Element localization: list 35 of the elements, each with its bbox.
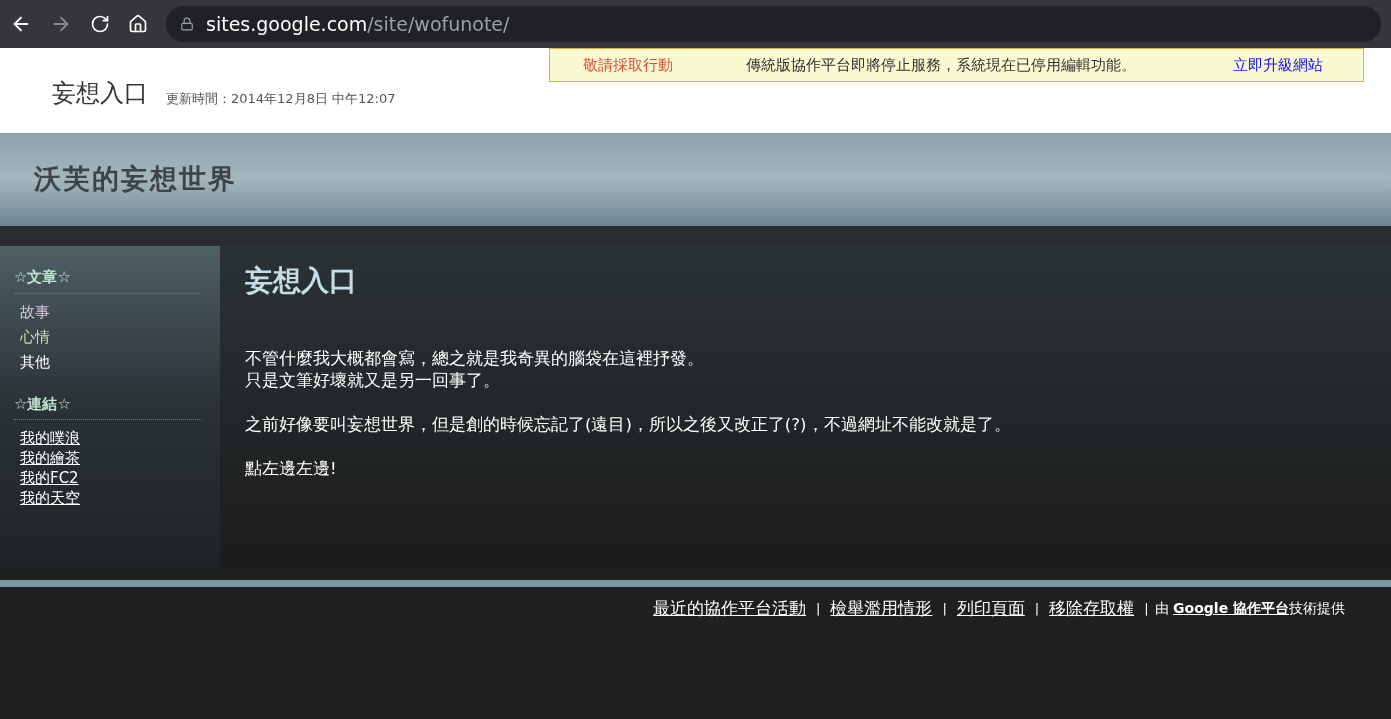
sidebar-link[interactable]: 我的天空 [20,488,80,508]
credit-link[interactable]: Google 協作平台 [1173,600,1289,617]
content-text: 之前好像要叫妄想世界，但是創的時候忘記了(遠目)，所以之後又改正了(?)，不過網址不能改就是了。 [245,414,1012,436]
sidebar-nav-item[interactable]: 其他 [20,349,50,375]
reload-icon[interactable] [90,14,110,34]
notice-message: 傳統版協作平台即將停止服務，系統現在已停用編輯功能。 [746,54,1137,76]
site-title: 沃芙的妄想世界 [34,162,237,197]
home-icon[interactable] [128,14,148,34]
content-title: 妄想入口 [245,263,358,299]
upgrade-link[interactable]: 立即升級網站 [1233,53,1323,77]
sidebar-link[interactable]: 我的FC2 [20,468,79,488]
content-text: 不管什麼我大概都會寫，總之就是我奇異的腦袋在這裡抒發。 [245,348,705,370]
sidebar-nav-item[interactable]: 心情 [20,324,50,350]
sidebar-link[interactable]: 我的繪茶 [20,448,80,468]
action-label: 敬請採取行動 [583,54,674,76]
address-bar[interactable]: sites.google.com/site/wofunote/ [166,6,1381,42]
sidebar-link[interactable]: 我的噗浪 [20,428,80,448]
footer-link[interactable]: 最近的協作平台活動 [653,596,807,622]
sidebar-heading: ☆連結☆ [14,392,202,420]
content-text: 只是文筆好壞就又是另一回事了。 [245,370,501,392]
url-text: sites.google.com/site/wofunote/ [206,11,510,37]
separator: | [1034,600,1040,618]
content-text: 點左邊左邊! [245,458,338,480]
footer-link[interactable]: 移除存取權 [1049,596,1135,622]
update-time: 更新時間：2014年12月8日 中午12:07 [166,89,396,108]
sidebar-heading: ☆文章☆ [14,266,202,294]
lock-icon [180,17,194,31]
footer-link[interactable]: 檢舉濫用情形 [830,596,933,622]
footer-link[interactable]: 列印頁面 [956,596,1025,622]
sidebar-nav-item[interactable]: 故事 [20,299,50,325]
separator: | [1144,600,1149,618]
page-title: 妄想入口 [52,78,148,109]
separator: | [942,600,947,618]
separator: | [816,600,821,618]
credit-text: 由 Google 協作平台技術提供 [1154,599,1345,619]
